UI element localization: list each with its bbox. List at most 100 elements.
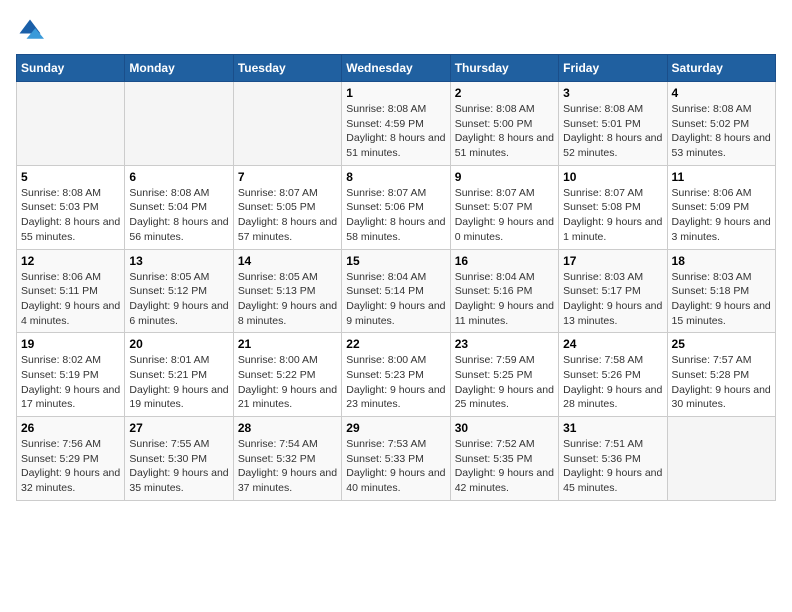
day-cell: 5 Sunrise: 8:08 AM Sunset: 5:03 PM Daylig… xyxy=(17,165,125,249)
day-number: 2 xyxy=(455,86,554,100)
day-cell: 27Sunrise: 7:55 AM Sunset: 5:30 PM Dayli… xyxy=(125,417,233,501)
day-cell: 9 Sunrise: 8:07 AM Sunset: 5:07 PM Daylig… xyxy=(450,165,558,249)
day-number: 14 xyxy=(238,254,337,268)
day-number: 20 xyxy=(129,337,228,351)
day-cell: 7Sunrise: 8:07 AM Sunset: 5:05 PM Daylig… xyxy=(233,165,341,249)
day-info: Sunrise: 8:06 AM Sunset: 5:11 PM Dayligh… xyxy=(21,270,120,329)
day-cell: 2 Sunrise: 8:08 AM Sunset: 5:00 PM Daylig… xyxy=(450,82,558,166)
day-number: 19 xyxy=(21,337,120,351)
day-number: 7 xyxy=(238,170,337,184)
day-info: Sunrise: 8:08 AM Sunset: 4:59 PM Dayligh… xyxy=(346,102,445,161)
weekday-thursday: Thursday xyxy=(450,55,558,82)
day-info: Sunrise: 8:08 AM Sunset: 5:04 PM Dayligh… xyxy=(129,186,228,245)
day-cell: 21 Sunrise: 8:00 AM Sunset: 5:22 PM Dayli… xyxy=(233,333,341,417)
day-number: 25 xyxy=(672,337,771,351)
day-number: 29 xyxy=(346,421,445,435)
day-number: 21 xyxy=(238,337,337,351)
day-number: 31 xyxy=(563,421,662,435)
day-number: 17 xyxy=(563,254,662,268)
day-cell: 23 Sunrise: 7:59 AM Sunset: 5:25 PM Dayli… xyxy=(450,333,558,417)
day-number: 11 xyxy=(672,170,771,184)
day-cell: 29 Sunrise: 7:53 AM Sunset: 5:33 PM Dayli… xyxy=(342,417,450,501)
day-cell: 6 Sunrise: 8:08 AM Sunset: 5:04 PM Daylig… xyxy=(125,165,233,249)
day-info: Sunrise: 8:07 AM Sunset: 5:07 PM Dayligh… xyxy=(455,186,554,245)
day-info: Sunrise: 8:08 AM Sunset: 5:00 PM Dayligh… xyxy=(455,102,554,161)
weekday-sunday: Sunday xyxy=(17,55,125,82)
day-cell xyxy=(667,417,775,501)
day-info: Sunrise: 7:59 AM Sunset: 5:25 PM Dayligh… xyxy=(455,353,554,412)
week-row-3: 12 Sunrise: 8:06 AM Sunset: 5:11 PM Dayli… xyxy=(17,249,776,333)
day-info: Sunrise: 8:05 AM Sunset: 5:13 PM Dayligh… xyxy=(238,270,337,329)
day-number: 5 xyxy=(21,170,120,184)
day-info: Sunrise: 8:08 AM Sunset: 5:01 PM Dayligh… xyxy=(563,102,662,161)
day-info: Sunrise: 8:06 AM Sunset: 5:09 PM Dayligh… xyxy=(672,186,771,245)
day-number: 13 xyxy=(129,254,228,268)
day-cell: 17 Sunrise: 8:03 AM Sunset: 5:17 PM Dayli… xyxy=(559,249,667,333)
logo xyxy=(16,16,50,44)
week-row-2: 5 Sunrise: 8:08 AM Sunset: 5:03 PM Daylig… xyxy=(17,165,776,249)
week-row-1: 1 Sunrise: 8:08 AM Sunset: 4:59 PM Daylig… xyxy=(17,82,776,166)
day-number: 16 xyxy=(455,254,554,268)
day-cell: 26Sunrise: 7:56 AM Sunset: 5:29 PM Dayli… xyxy=(17,417,125,501)
week-row-5: 26Sunrise: 7:56 AM Sunset: 5:29 PM Dayli… xyxy=(17,417,776,501)
weekday-monday: Monday xyxy=(125,55,233,82)
day-number: 22 xyxy=(346,337,445,351)
day-number: 1 xyxy=(346,86,445,100)
day-cell: 24Sunrise: 7:58 AM Sunset: 5:26 PM Dayli… xyxy=(559,333,667,417)
day-number: 15 xyxy=(346,254,445,268)
day-cell: 3 Sunrise: 8:08 AM Sunset: 5:01 PM Daylig… xyxy=(559,82,667,166)
day-number: 6 xyxy=(129,170,228,184)
day-info: Sunrise: 8:04 AM Sunset: 5:16 PM Dayligh… xyxy=(455,270,554,329)
day-number: 18 xyxy=(672,254,771,268)
day-number: 26 xyxy=(21,421,120,435)
day-cell: 1 Sunrise: 8:08 AM Sunset: 4:59 PM Daylig… xyxy=(342,82,450,166)
day-cell xyxy=(233,82,341,166)
day-number: 8 xyxy=(346,170,445,184)
day-info: Sunrise: 7:53 AM Sunset: 5:33 PM Dayligh… xyxy=(346,437,445,496)
day-info: Sunrise: 7:57 AM Sunset: 5:28 PM Dayligh… xyxy=(672,353,771,412)
day-number: 9 xyxy=(455,170,554,184)
day-cell: 4 Sunrise: 8:08 AM Sunset: 5:02 PM Daylig… xyxy=(667,82,775,166)
day-cell: 13 Sunrise: 8:05 AM Sunset: 5:12 PM Dayli… xyxy=(125,249,233,333)
weekday-saturday: Saturday xyxy=(667,55,775,82)
day-cell: 10 Sunrise: 8:07 AM Sunset: 5:08 PM Dayli… xyxy=(559,165,667,249)
day-cell: 18 Sunrise: 8:03 AM Sunset: 5:18 PM Dayli… xyxy=(667,249,775,333)
day-cell xyxy=(125,82,233,166)
day-number: 28 xyxy=(238,421,337,435)
day-info: Sunrise: 8:03 AM Sunset: 5:17 PM Dayligh… xyxy=(563,270,662,329)
day-cell: 16 Sunrise: 8:04 AM Sunset: 5:16 PM Dayli… xyxy=(450,249,558,333)
day-info: Sunrise: 7:51 AM Sunset: 5:36 PM Dayligh… xyxy=(563,437,662,496)
day-info: Sunrise: 8:08 AM Sunset: 5:03 PM Dayligh… xyxy=(21,186,120,245)
day-cell: 11 Sunrise: 8:06 AM Sunset: 5:09 PM Dayli… xyxy=(667,165,775,249)
day-cell: 25 Sunrise: 7:57 AM Sunset: 5:28 PM Dayli… xyxy=(667,333,775,417)
day-cell: 15Sunrise: 8:04 AM Sunset: 5:14 PM Dayli… xyxy=(342,249,450,333)
weekday-wednesday: Wednesday xyxy=(342,55,450,82)
logo-icon xyxy=(16,16,44,44)
day-number: 10 xyxy=(563,170,662,184)
day-number: 12 xyxy=(21,254,120,268)
day-info: Sunrise: 7:58 AM Sunset: 5:26 PM Dayligh… xyxy=(563,353,662,412)
day-number: 4 xyxy=(672,86,771,100)
day-info: Sunrise: 8:02 AM Sunset: 5:19 PM Dayligh… xyxy=(21,353,120,412)
week-row-4: 19 Sunrise: 8:02 AM Sunset: 5:19 PM Dayli… xyxy=(17,333,776,417)
day-info: Sunrise: 8:03 AM Sunset: 5:18 PM Dayligh… xyxy=(672,270,771,329)
page-header xyxy=(16,16,776,44)
day-cell: 20Sunrise: 8:01 AM Sunset: 5:21 PM Dayli… xyxy=(125,333,233,417)
day-info: Sunrise: 8:07 AM Sunset: 5:08 PM Dayligh… xyxy=(563,186,662,245)
day-cell: 30 Sunrise: 7:52 AM Sunset: 5:35 PM Dayli… xyxy=(450,417,558,501)
day-number: 30 xyxy=(455,421,554,435)
day-info: Sunrise: 8:00 AM Sunset: 5:23 PM Dayligh… xyxy=(346,353,445,412)
day-info: Sunrise: 8:08 AM Sunset: 5:02 PM Dayligh… xyxy=(672,102,771,161)
day-cell: 28Sunrise: 7:54 AM Sunset: 5:32 PM Dayli… xyxy=(233,417,341,501)
weekday-header-row: SundayMondayTuesdayWednesdayThursdayFrid… xyxy=(17,55,776,82)
day-info: Sunrise: 8:00 AM Sunset: 5:22 PM Dayligh… xyxy=(238,353,337,412)
weekday-tuesday: Tuesday xyxy=(233,55,341,82)
day-info: Sunrise: 7:52 AM Sunset: 5:35 PM Dayligh… xyxy=(455,437,554,496)
day-info: Sunrise: 8:05 AM Sunset: 5:12 PM Dayligh… xyxy=(129,270,228,329)
day-cell: 8Sunrise: 8:07 AM Sunset: 5:06 PM Daylig… xyxy=(342,165,450,249)
day-number: 23 xyxy=(455,337,554,351)
day-cell: 19 Sunrise: 8:02 AM Sunset: 5:19 PM Dayli… xyxy=(17,333,125,417)
day-cell: 14 Sunrise: 8:05 AM Sunset: 5:13 PM Dayli… xyxy=(233,249,341,333)
day-number: 3 xyxy=(563,86,662,100)
day-cell: 12 Sunrise: 8:06 AM Sunset: 5:11 PM Dayli… xyxy=(17,249,125,333)
